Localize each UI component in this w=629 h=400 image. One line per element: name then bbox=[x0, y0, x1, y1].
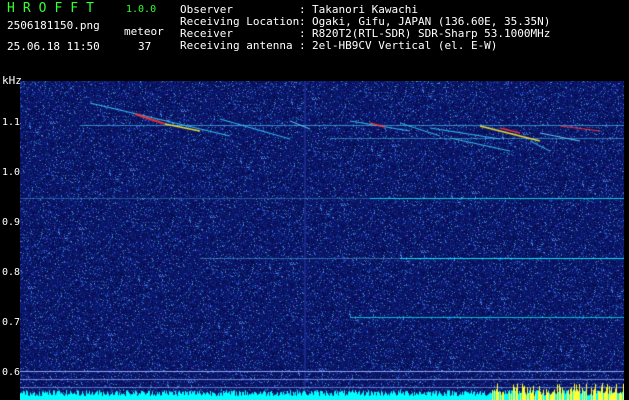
header-panel: HROFFT 1.0.0 2506181150.png 25.06.18 11:… bbox=[0, 0, 629, 87]
y-tick-label: 0.8 bbox=[1, 267, 20, 278]
y-tick-label: 0.6 bbox=[1, 367, 20, 378]
y-tick-label: 1.0 bbox=[1, 167, 20, 178]
y-axis-ticks: 1.1 1.0 0.9 0.8 0.7 0.6 bbox=[0, 81, 20, 400]
y-tick-label: 0.7 bbox=[1, 317, 20, 328]
app-version: 1.0.0 bbox=[126, 4, 157, 15]
y-tick-label: 1.1 bbox=[1, 117, 20, 128]
filename-label: 2506181150.png bbox=[7, 19, 100, 32]
info-colon: : bbox=[299, 39, 306, 52]
event-label: meteor bbox=[124, 25, 164, 38]
event-count: 37 bbox=[138, 40, 152, 53]
spectrogram bbox=[20, 81, 624, 400]
app-title: HROFFT bbox=[7, 1, 102, 16]
info-value-antenna: 2el-HB9CV Vertical (el. E-W) bbox=[312, 39, 498, 52]
timestamp-label: 25.06.18 11:50 bbox=[7, 40, 100, 53]
y-tick-label: 0.9 bbox=[1, 217, 20, 228]
info-label-antenna: Receiving antenna bbox=[180, 39, 293, 52]
spectrogram-canvas bbox=[20, 81, 624, 400]
